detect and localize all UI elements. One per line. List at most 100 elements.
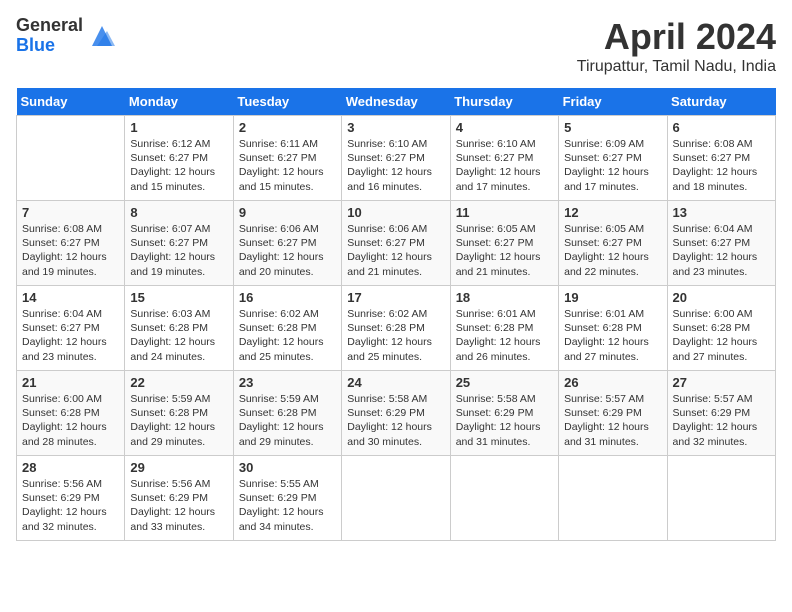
day-info: Sunrise: 6:08 AM Sunset: 6:27 PM Dayligh… [673, 137, 770, 194]
calendar-cell: 20 Sunrise: 6:00 AM Sunset: 6:28 PM Dayli… [667, 286, 775, 371]
calendar-cell: 11 Sunrise: 6:05 AM Sunset: 6:27 PM Dayli… [450, 201, 558, 286]
day-info: Sunrise: 5:57 AM Sunset: 6:29 PM Dayligh… [564, 392, 661, 449]
day-number: 21 [22, 375, 119, 390]
calendar-cell: 4 Sunrise: 6:10 AM Sunset: 6:27 PM Daylig… [450, 116, 558, 201]
day-number: 10 [347, 205, 444, 220]
day-info: Sunrise: 6:02 AM Sunset: 6:28 PM Dayligh… [239, 307, 336, 364]
day-info: Sunrise: 6:08 AM Sunset: 6:27 PM Dayligh… [22, 222, 119, 279]
day-number: 17 [347, 290, 444, 305]
calendar-cell: 24 Sunrise: 5:58 AM Sunset: 6:29 PM Dayli… [342, 371, 450, 456]
day-info: Sunrise: 6:00 AM Sunset: 6:28 PM Dayligh… [673, 307, 770, 364]
calendar-cell: 2Sunrise: 6:11 AM Sunset: 6:27 PM Daylig… [233, 116, 341, 201]
day-info: Sunrise: 6:01 AM Sunset: 6:28 PM Dayligh… [564, 307, 661, 364]
day-number: 7 [22, 205, 119, 220]
calendar-cell: 25Sunrise: 5:58 AM Sunset: 6:29 PM Dayli… [450, 371, 558, 456]
day-number: 13 [673, 205, 770, 220]
day-number: 20 [673, 290, 770, 305]
calendar-table: SundayMondayTuesdayWednesdayThursdayFrid… [16, 88, 776, 541]
calendar-cell: 29 Sunrise: 5:56 AM Sunset: 6:29 PM Dayli… [125, 456, 233, 541]
calendar-header-thursday: Thursday [450, 88, 558, 116]
day-number: 5 [564, 120, 661, 135]
calendar-cell: 27 Sunrise: 5:57 AM Sunset: 6:29 PM Dayli… [667, 371, 775, 456]
day-info: Sunrise: 6:10 AM Sunset: 6:27 PM Dayligh… [456, 137, 553, 194]
calendar-header-tuesday: Tuesday [233, 88, 341, 116]
logo-general-text: General [16, 16, 83, 36]
day-number: 9 [239, 205, 336, 220]
calendar-cell: 13 Sunrise: 6:04 AM Sunset: 6:27 PM Dayli… [667, 201, 775, 286]
calendar-cell: 16 Sunrise: 6:02 AM Sunset: 6:28 PM Dayli… [233, 286, 341, 371]
calendar-cell: 3 Sunrise: 6:10 AM Sunset: 6:27 PM Daylig… [342, 116, 450, 201]
day-number: 8 [130, 205, 227, 220]
calendar-cell: 7 Sunrise: 6:08 AM Sunset: 6:27 PM Daylig… [17, 201, 125, 286]
calendar-cell [559, 456, 667, 541]
calendar-header-saturday: Saturday [667, 88, 775, 116]
day-number: 18 [456, 290, 553, 305]
day-number: 16 [239, 290, 336, 305]
day-number: 27 [673, 375, 770, 390]
day-number: 29 [130, 460, 227, 475]
calendar-cell: 12 Sunrise: 6:05 AM Sunset: 6:27 PM Dayli… [559, 201, 667, 286]
day-info: Sunrise: 6:05 AM Sunset: 6:27 PM Dayligh… [456, 222, 553, 279]
calendar-cell: 30 Sunrise: 5:55 AM Sunset: 6:29 PM Dayli… [233, 456, 341, 541]
day-number: 14 [22, 290, 119, 305]
day-number: 11 [456, 205, 553, 220]
day-info: Sunrise: 6:09 AM Sunset: 6:27 PM Dayligh… [564, 137, 661, 194]
day-info: Sunrise: 5:55 AM Sunset: 6:29 PM Dayligh… [239, 477, 336, 534]
calendar-cell: 9 Sunrise: 6:06 AM Sunset: 6:27 PM Daylig… [233, 201, 341, 286]
day-info: Sunrise: 6:06 AM Sunset: 6:27 PM Dayligh… [347, 222, 444, 279]
calendar-cell [667, 456, 775, 541]
day-info: Sunrise: 6:03 AM Sunset: 6:28 PM Dayligh… [130, 307, 227, 364]
calendar-cell [17, 116, 125, 201]
calendar-week-row: 14 Sunrise: 6:04 AM Sunset: 6:27 PM Dayli… [17, 286, 776, 371]
day-number: 30 [239, 460, 336, 475]
calendar-cell: 15 Sunrise: 6:03 AM Sunset: 6:28 PM Dayli… [125, 286, 233, 371]
calendar-cell: 8Sunrise: 6:07 AM Sunset: 6:27 PM Daylig… [125, 201, 233, 286]
day-number: 19 [564, 290, 661, 305]
day-info: Sunrise: 6:06 AM Sunset: 6:27 PM Dayligh… [239, 222, 336, 279]
day-number: 2 [239, 120, 336, 135]
calendar-cell: 19 Sunrise: 6:01 AM Sunset: 6:28 PM Dayli… [559, 286, 667, 371]
calendar-week-row: 28 Sunrise: 5:56 AM Sunset: 6:29 PM Dayli… [17, 456, 776, 541]
calendar-cell: 28Sunrise: 5:56 AM Sunset: 6:29 PM Dayli… [17, 456, 125, 541]
calendar-cell: 18Sunrise: 6:01 AM Sunset: 6:28 PM Dayli… [450, 286, 558, 371]
calendar-cell: 22 Sunrise: 5:59 AM Sunset: 6:28 PM Dayli… [125, 371, 233, 456]
day-info: Sunrise: 5:58 AM Sunset: 6:29 PM Dayligh… [347, 392, 444, 449]
logo: General Blue [16, 16, 117, 56]
day-number: 4 [456, 120, 553, 135]
day-number: 26 [564, 375, 661, 390]
day-info: Sunrise: 6:10 AM Sunset: 6:27 PM Dayligh… [347, 137, 444, 194]
calendar-cell [342, 456, 450, 541]
calendar-header-sunday: Sunday [17, 88, 125, 116]
day-info: Sunrise: 6:12 AM Sunset: 6:27 PM Dayligh… [130, 137, 227, 194]
day-number: 1 [130, 120, 227, 135]
day-number: 22 [130, 375, 227, 390]
calendar-cell: 17 Sunrise: 6:02 AM Sunset: 6:28 PM Dayli… [342, 286, 450, 371]
day-info: Sunrise: 5:57 AM Sunset: 6:29 PM Dayligh… [673, 392, 770, 449]
calendar-cell: 1 Sunrise: 6:12 AM Sunset: 6:27 PM Daylig… [125, 116, 233, 201]
logo-blue-text: Blue [16, 36, 83, 56]
calendar-cell: 23Sunrise: 5:59 AM Sunset: 6:28 PM Dayli… [233, 371, 341, 456]
day-info: Sunrise: 6:04 AM Sunset: 6:27 PM Dayligh… [673, 222, 770, 279]
calendar-cell: 6 Sunrise: 6:08 AM Sunset: 6:27 PM Daylig… [667, 116, 775, 201]
day-info: Sunrise: 6:02 AM Sunset: 6:28 PM Dayligh… [347, 307, 444, 364]
day-number: 3 [347, 120, 444, 135]
calendar-week-row: 7 Sunrise: 6:08 AM Sunset: 6:27 PM Daylig… [17, 201, 776, 286]
day-info: Sunrise: 6:05 AM Sunset: 6:27 PM Dayligh… [564, 222, 661, 279]
day-number: 23 [239, 375, 336, 390]
day-number: 12 [564, 205, 661, 220]
calendar-cell: 5 Sunrise: 6:09 AM Sunset: 6:27 PM Daylig… [559, 116, 667, 201]
calendar-header-row: SundayMondayTuesdayWednesdayThursdayFrid… [17, 88, 776, 116]
day-number: 15 [130, 290, 227, 305]
day-number: 6 [673, 120, 770, 135]
calendar-cell [450, 456, 558, 541]
day-info: Sunrise: 6:00 AM Sunset: 6:28 PM Dayligh… [22, 392, 119, 449]
calendar-cell: 10 Sunrise: 6:06 AM Sunset: 6:27 PM Dayli… [342, 201, 450, 286]
calendar-week-row: 21 Sunrise: 6:00 AM Sunset: 6:28 PM Dayli… [17, 371, 776, 456]
day-info: Sunrise: 5:59 AM Sunset: 6:28 PM Dayligh… [130, 392, 227, 449]
day-info: Sunrise: 5:56 AM Sunset: 6:29 PM Dayligh… [130, 477, 227, 534]
day-number: 24 [347, 375, 444, 390]
day-number: 28 [22, 460, 119, 475]
day-info: Sunrise: 6:04 AM Sunset: 6:27 PM Dayligh… [22, 307, 119, 364]
calendar-cell: 21 Sunrise: 6:00 AM Sunset: 6:28 PM Dayli… [17, 371, 125, 456]
day-info: Sunrise: 5:58 AM Sunset: 6:29 PM Dayligh… [456, 392, 553, 449]
